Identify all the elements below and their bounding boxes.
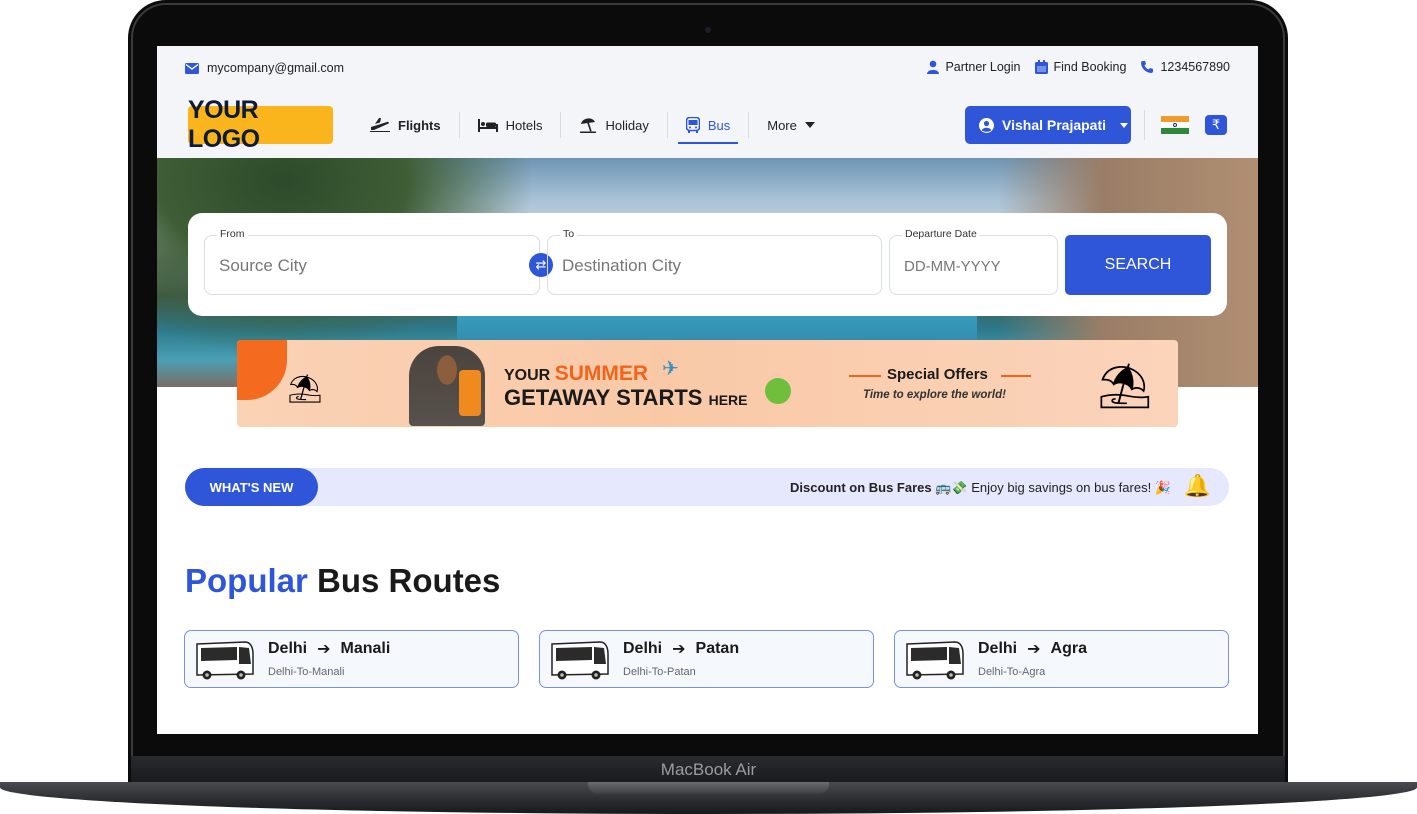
route-card[interactable]: Delhi ➔ Manali Delhi-To-Manali bbox=[184, 630, 519, 688]
contact-email[interactable]: mycompany@gmail.com bbox=[185, 61, 344, 75]
promo-line-1: YOUR SUMMER bbox=[504, 362, 649, 385]
nav-label-flights: Flights bbox=[398, 117, 441, 133]
promo-tagline: Time to explore the world! bbox=[863, 389, 1006, 401]
route-title: Delhi ➔ Patan bbox=[623, 640, 740, 658]
main-nav: YOUR LOGO Flights Hotels Holiday Bus Mor… bbox=[157, 92, 1258, 158]
bell-icon[interactable]: 🔔 bbox=[1184, 473, 1211, 499]
laptop-hinge-notch bbox=[588, 782, 829, 794]
to-input[interactable]: Destination City bbox=[562, 256, 681, 276]
beach-chair-icon: ⛱ bbox=[287, 373, 323, 404]
nav-item-flights[interactable]: Flights bbox=[362, 114, 449, 137]
phone-link[interactable]: 1234567890 bbox=[1140, 60, 1230, 74]
partner-login-label: Partner Login bbox=[945, 60, 1021, 74]
currency-button[interactable]: ₹ bbox=[1205, 115, 1227, 135]
route-list: Delhi ➔ Manali Delhi-To-Manali Delhi ➔ Patan… bbox=[184, 630, 1229, 688]
party-icon: 🎉 bbox=[1154, 480, 1171, 495]
arrow-right-icon: ➔ bbox=[317, 641, 331, 658]
nav-label-hotels: Hotels bbox=[505, 117, 543, 133]
from-label: From bbox=[217, 228, 248, 240]
to-field[interactable]: To Destination City bbox=[547, 228, 882, 295]
nav-divider bbox=[748, 112, 750, 138]
route-slug: Delhi-To-Agra bbox=[978, 666, 1046, 678]
nav-item-hotels[interactable]: Hotels bbox=[470, 114, 551, 137]
whats-new-button[interactable]: WHAT'S NEW bbox=[185, 468, 318, 506]
promo-banner[interactable]: ⛱ ✈ YOUR SUMMER GETAWAY STARTS HERE Spec… bbox=[237, 340, 1178, 427]
webcam bbox=[705, 27, 711, 33]
top-bar: mycompany@gmail.com Partner Login Find B… bbox=[157, 46, 1258, 92]
bus-image bbox=[906, 641, 964, 680]
nav-item-bus[interactable]: Bus bbox=[677, 113, 739, 144]
nav-label-bus: Bus bbox=[707, 117, 731, 133]
caret-down-icon bbox=[1120, 122, 1129, 128]
find-booking-link[interactable]: Find Booking bbox=[1034, 60, 1127, 74]
device-label: MacBook Air bbox=[660, 760, 757, 779]
india-flag-icon[interactable] bbox=[1161, 116, 1189, 134]
beach-umbrella-icon: ⛱ bbox=[1097, 362, 1153, 411]
arrow-right-icon: ➔ bbox=[1027, 641, 1041, 658]
date-label: Departure Date bbox=[902, 228, 980, 240]
phone-number: 1234567890 bbox=[1160, 60, 1230, 74]
news-ticker[interactable]: Discount on Bus Fares 🚌💸 Enjoy big savin… bbox=[790, 480, 1171, 496]
mail-icon bbox=[185, 62, 199, 74]
suitcase-image bbox=[459, 370, 481, 416]
nav-item-more[interactable]: More bbox=[759, 114, 823, 137]
brand-logo[interactable]: YOUR LOGO bbox=[188, 96, 333, 153]
whats-new-bar: WHAT'S NEW Discount on Bus Fares 🚌💸 Enjo… bbox=[185, 468, 1229, 506]
chevron-down-icon bbox=[804, 122, 815, 128]
find-booking-label: Find Booking bbox=[1053, 60, 1127, 74]
partner-login-link[interactable]: Partner Login bbox=[927, 60, 1021, 74]
screen: mycompany@gmail.com Partner Login Find B… bbox=[157, 46, 1258, 734]
plane-icon: ✈ bbox=[662, 358, 679, 380]
arrow-right-icon: ➔ bbox=[672, 641, 686, 658]
route-title: Delhi ➔ Manali bbox=[268, 640, 391, 658]
search-button[interactable]: SEARCH bbox=[1065, 235, 1211, 295]
search-card: From Source City ⇄ To Destination City D… bbox=[188, 213, 1227, 316]
user-circle-icon bbox=[979, 117, 994, 133]
date-input[interactable]: DD-MM-YYYY bbox=[904, 258, 1001, 275]
bus-emoji-icon: 🚌💸 bbox=[935, 480, 968, 495]
news-headline: Discount on Bus Fares bbox=[790, 480, 932, 495]
user-menu-button[interactable]: Vishal Prajapati bbox=[965, 106, 1131, 144]
bus-image bbox=[551, 641, 609, 680]
nav-divider bbox=[666, 112, 668, 138]
bus-icon bbox=[685, 117, 700, 133]
coconut-icon bbox=[765, 378, 791, 404]
user-name: Vishal Prajapati bbox=[1002, 117, 1107, 133]
from-input[interactable]: Source City bbox=[219, 256, 307, 276]
special-offers-text: Special Offers bbox=[887, 366, 988, 383]
email-text: mycompany@gmail.com bbox=[207, 61, 345, 75]
nav-divider bbox=[458, 112, 460, 138]
plane-icon bbox=[370, 118, 390, 132]
promo-line-2: GETAWAY STARTS HERE bbox=[504, 385, 748, 410]
from-field[interactable]: From Source City bbox=[204, 228, 540, 295]
route-slug: Delhi-To-Manali bbox=[268, 666, 345, 678]
promo-decoration bbox=[237, 340, 287, 400]
phone-icon bbox=[1141, 61, 1154, 73]
bed-icon bbox=[477, 118, 498, 132]
news-message: Enjoy big savings on bus fares! bbox=[971, 480, 1152, 495]
date-field[interactable]: Departure Date DD-MM-YYYY bbox=[889, 228, 1058, 295]
nav-item-holiday[interactable]: Holiday bbox=[571, 113, 656, 137]
divider-line bbox=[849, 375, 881, 377]
section-title: Popular Bus Routes bbox=[185, 562, 501, 599]
bus-image bbox=[196, 641, 254, 680]
calendar-icon bbox=[1034, 60, 1048, 74]
route-card[interactable]: Delhi ➔ Agra Delhi-To-Agra bbox=[894, 630, 1229, 688]
nav-divider bbox=[560, 112, 562, 138]
beach-umbrella-icon bbox=[580, 118, 597, 133]
route-title: Delhi ➔ Agra bbox=[978, 640, 1087, 658]
route-card[interactable]: Delhi ➔ Patan Delhi-To-Patan bbox=[539, 630, 874, 688]
nav-divider bbox=[1144, 110, 1145, 140]
to-label: To bbox=[560, 228, 578, 240]
divider-line bbox=[1001, 375, 1031, 377]
nav-label-holiday: Holiday bbox=[605, 117, 649, 133]
user-icon bbox=[927, 60, 940, 74]
nav-label-more: More bbox=[767, 117, 797, 133]
route-slug: Delhi-To-Patan bbox=[623, 666, 696, 678]
